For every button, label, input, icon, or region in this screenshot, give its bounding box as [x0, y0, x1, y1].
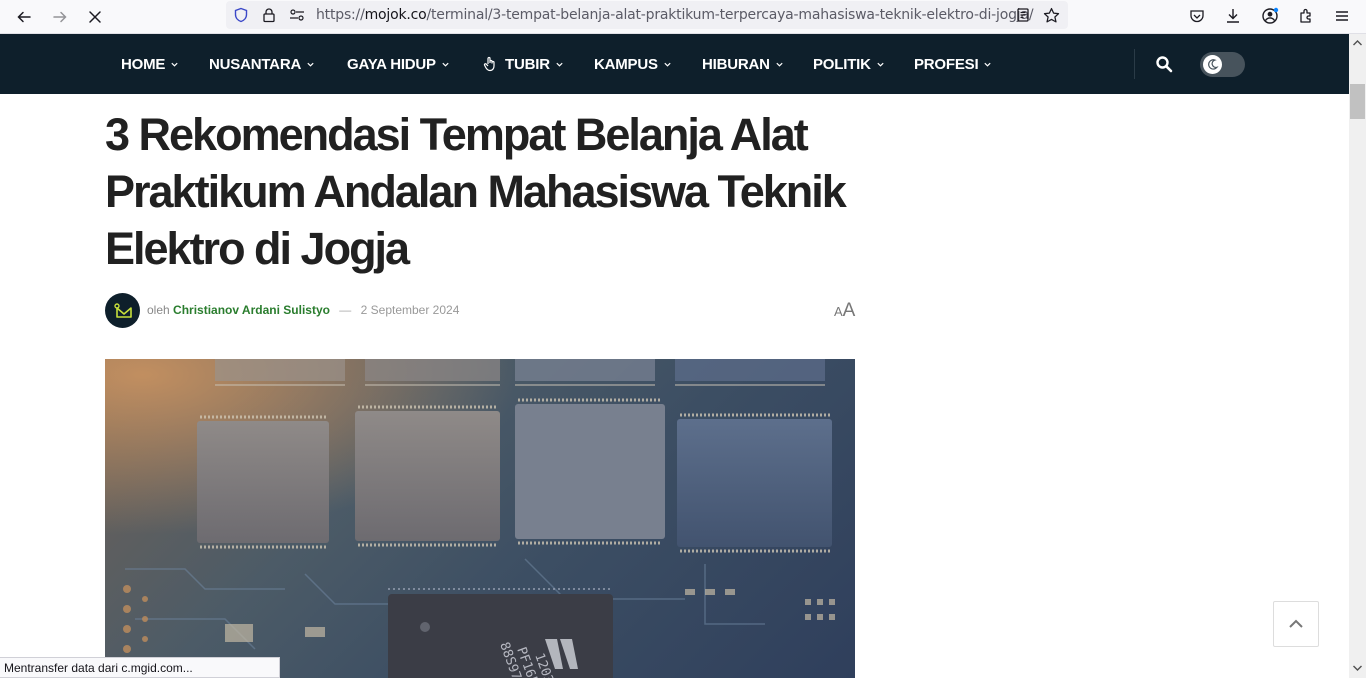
download-icon[interactable] [1221, 4, 1245, 28]
nav-item-profesi[interactable]: PROFESI [914, 34, 992, 94]
browser-toolbar: https://mojok.co/terminal/3-tempat-belan… [0, 0, 1366, 34]
account-icon[interactable] [1258, 4, 1282, 28]
author-link[interactable]: Christianov Ardani Sulistyo [173, 303, 330, 317]
nav-item-label: TUBIR [505, 55, 550, 73]
url-text: https://mojok.co/terminal/3-tempat-belan… [316, 7, 1034, 23]
extensions-icon[interactable] [1294, 4, 1318, 28]
font-size-big[interactable]: A [843, 300, 856, 321]
chevron-down-icon [307, 62, 314, 67]
moon-icon [1208, 59, 1219, 70]
url-bar[interactable]: https://mojok.co/terminal/3-tempat-belan… [226, 1, 1068, 29]
hand-pointer-icon [483, 56, 495, 72]
chevron-up-icon [1289, 619, 1303, 628]
permissions-icon[interactable] [288, 6, 306, 24]
nav-divider [1134, 49, 1135, 79]
toggle-knob [1203, 55, 1222, 74]
nav-item-hiburan[interactable]: HIBURAN [702, 34, 784, 94]
url-prefix: https:// [316, 7, 365, 23]
lock-icon[interactable] [260, 6, 278, 24]
nav-item-label: HIBURAN [702, 55, 770, 73]
scroll-down-arrow[interactable] [1352, 663, 1363, 673]
nav-item-label: GAYA HIDUP [347, 55, 436, 73]
byline-prefix: oleh [147, 303, 170, 317]
nav-item-tubir[interactable]: TUBIR [482, 34, 564, 94]
browser-status-bar: Mentransfer data dari c.mgid.com... [0, 657, 280, 678]
chevron-down-icon [877, 62, 884, 67]
nav-item-nusantara[interactable]: NUSANTARA [209, 34, 315, 94]
nav-item-politik[interactable]: POLITIK [813, 34, 885, 94]
menu-icon[interactable] [1330, 4, 1354, 28]
nav-item-label: PROFESI [914, 55, 979, 73]
nav-item-label: POLITIK [813, 55, 871, 73]
bookmark-star-icon[interactable] [1042, 6, 1060, 24]
font-size-small[interactable]: A [834, 304, 843, 319]
search-icon[interactable] [1155, 55, 1173, 73]
nav-item-home[interactable]: HOME [121, 34, 179, 94]
pocket-icon[interactable] [1185, 4, 1209, 28]
nav-item-label: HOME [121, 55, 166, 73]
mojok-logo-icon [113, 302, 132, 318]
back-to-top-button[interactable] [1273, 601, 1319, 647]
nav-item-label: NUSANTARA [209, 55, 302, 73]
byline-separator: — [339, 303, 352, 317]
article-title: 3 Rekomendasi Tempat Belanja Alat Prakti… [105, 109, 847, 274]
url-path: /terminal/3-tempat-belanja-alat-praktiku… [426, 7, 1034, 23]
site-navigation: HOME NUSANTARA GAYA HIDUP TUBIR KAMPUS H… [0, 34, 1349, 94]
chevron-down-icon [171, 62, 178, 67]
forward-arrow-icon[interactable] [47, 4, 73, 30]
circuit-board-illustration: 88S974- PF1659 1203 B [105, 359, 855, 678]
shield-icon[interactable] [232, 6, 250, 24]
scroll-up-arrow[interactable] [1352, 38, 1363, 48]
article-byline: oleh Christianov Ardani Sulistyo — 2 Sep… [147, 303, 459, 317]
nav-item-gaya-hidup[interactable]: GAYA HIDUP [347, 34, 450, 94]
chevron-down-icon [664, 62, 671, 67]
chevron-down-icon [776, 62, 783, 67]
stop-icon[interactable] [82, 4, 108, 30]
author-avatar[interactable] [105, 293, 140, 328]
nav-item-kampus[interactable]: KAMPUS [594, 34, 672, 94]
publish-date: 2 September 2024 [360, 303, 460, 317]
article-hero-image: 88S974- PF1659 1203 B [105, 359, 855, 678]
font-size-control[interactable]: AA [834, 300, 855, 322]
scroll-thumb[interactable] [1350, 84, 1365, 119]
dark-mode-toggle[interactable] [1200, 52, 1245, 77]
url-domain: mojok.co [364, 7, 427, 23]
chevron-down-icon [556, 62, 563, 67]
page-scrollbar[interactable] [1349, 34, 1366, 678]
reader-view-icon[interactable] [1014, 6, 1032, 24]
chevron-down-icon [442, 62, 449, 67]
chevron-down-icon [984, 62, 992, 67]
nav-item-label: KAMPUS [594, 55, 658, 73]
back-arrow-icon[interactable] [11, 4, 37, 30]
